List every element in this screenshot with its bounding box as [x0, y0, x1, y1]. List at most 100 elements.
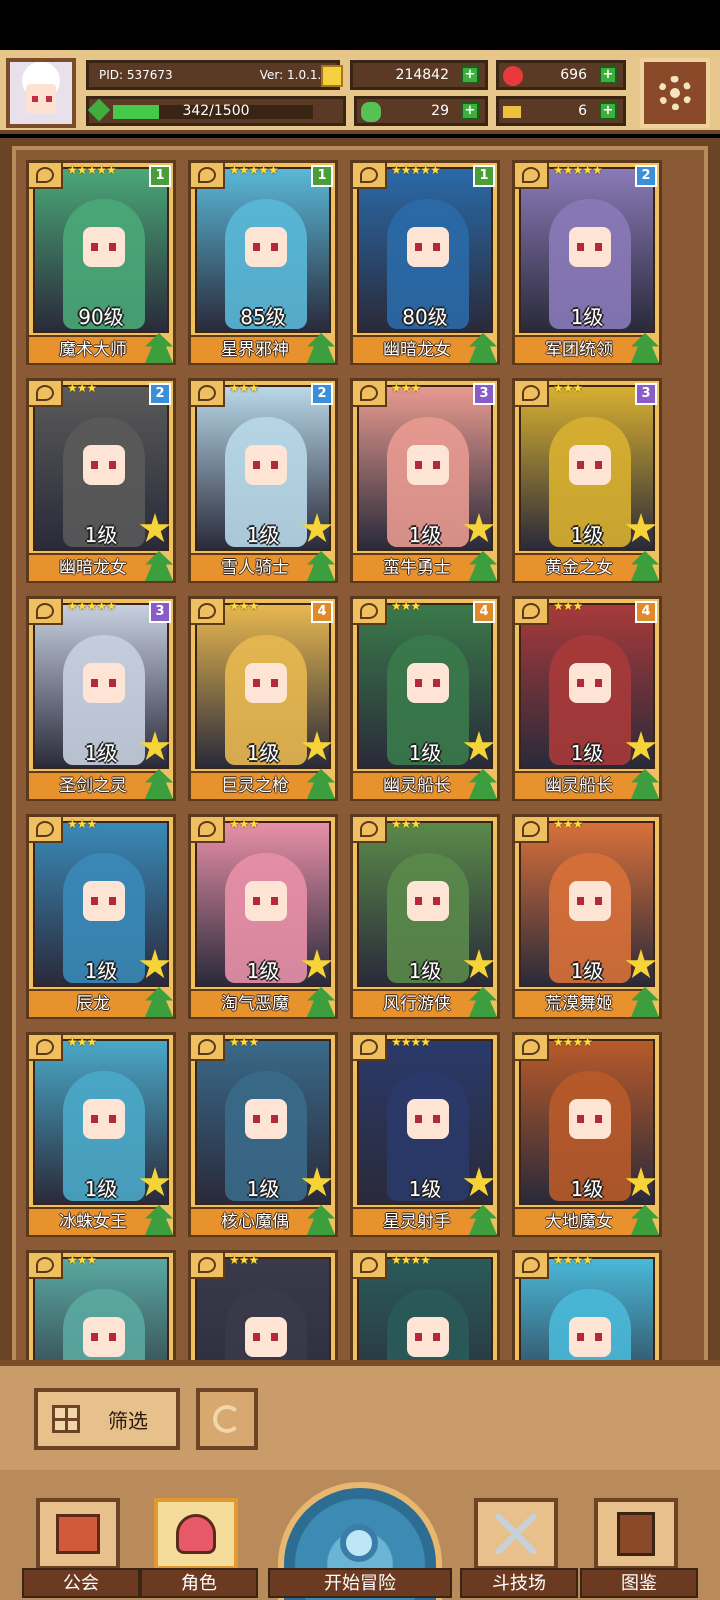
character-icon-box [154, 1498, 238, 1570]
class-icon [29, 1035, 63, 1061]
character-eye [253, 897, 260, 905]
rarity-stars: ★★★★ [391, 1253, 431, 1267]
character-card[interactable]: ★★★ 2 1级 幽暗龙女 [26, 378, 176, 583]
character-card[interactable]: ★★★★ 1级 大地魔女 [512, 1032, 662, 1237]
character-name: 风行游侠 [353, 989, 481, 1017]
character-name: 黄金之女 [515, 553, 643, 581]
character-face [569, 881, 611, 921]
character-eye [433, 679, 440, 687]
character-eye [577, 243, 584, 251]
character-face [83, 881, 125, 921]
class-icon [29, 163, 63, 189]
character-card[interactable]: ★★★ 4 1级 幽灵船长 [512, 596, 662, 801]
class-icon [515, 1035, 549, 1061]
character-face [245, 881, 287, 921]
character-eye [91, 897, 98, 905]
character-card[interactable]: ★★★★★ 2 1级 军团统领 [512, 160, 662, 365]
character-card[interactable]: ★★★ 1级 冰蛛女王 [26, 1032, 176, 1237]
settings-button[interactable] [640, 58, 710, 128]
character-card[interactable]: ★★★★★ 1 80级 幽暗龙女 [350, 160, 500, 365]
character-level: 90级 [78, 305, 124, 329]
nav-start-adventure[interactable]: 开始冒险 [268, 1470, 452, 1600]
filter-button[interactable]: 筛选 [34, 1388, 180, 1450]
tier-badge: 2 [635, 165, 657, 187]
character-face [407, 445, 449, 485]
nav-adventure-label: 开始冒险 [268, 1568, 452, 1598]
nav-codex[interactable]: 图鉴 [580, 1498, 698, 1598]
character-face [245, 1317, 287, 1357]
gem-panel: 696 + [496, 60, 626, 90]
character-face [569, 445, 611, 485]
gold-amount: 214842 [395, 67, 449, 83]
character-card[interactable]: ★★★ 1级 核心魔偶 [188, 1032, 338, 1237]
guild-icon-box [36, 1498, 120, 1570]
character-eye [595, 461, 602, 469]
character-card[interactable]: ★★★ 2 1级 雪人骑士 [188, 378, 338, 583]
nav-arena[interactable]: 斗技场 [460, 1498, 578, 1598]
character-name: 幽灵船长 [353, 771, 481, 799]
character-face-icon [176, 1514, 216, 1554]
class-icon [191, 1253, 225, 1279]
tier-badge: 3 [149, 601, 171, 623]
add-gold-button[interactable]: + [461, 66, 479, 84]
character-name: 蛮牛勇士 [353, 553, 481, 581]
character-eye [577, 1333, 584, 1341]
character-name: 核心魔偶 [191, 1207, 319, 1235]
crossed-swords-icon [496, 1514, 536, 1554]
class-icon [353, 1253, 387, 1279]
class-icon [353, 599, 387, 625]
add-clover-button[interactable]: + [461, 102, 479, 120]
player-info-panel: PID: 537673 Ver: 1.0.1.2 [86, 60, 340, 90]
rarity-stars: ★★★★★ [391, 163, 441, 177]
gold-panel: 214842 + [321, 60, 488, 90]
character-eye [109, 1333, 116, 1341]
avatar-eye [46, 96, 52, 102]
class-icon [29, 1253, 63, 1279]
character-eye [271, 461, 278, 469]
character-card[interactable]: ★★★ 1级 风行游侠 [350, 814, 500, 1019]
character-card[interactable]: ★★★ 1级 淘气恶魔 [188, 814, 338, 1019]
character-card[interactable]: ★★★ 3 1级 黄金之女 [512, 378, 662, 583]
tier-badge: 2 [149, 383, 171, 405]
nav-arena-label: 斗技场 [460, 1568, 578, 1598]
character-grid[interactable]: ★★★★★ 1 90级 魔术大师 ★★★★★ 1 85级 星界邪神 ★★★★★ 1 80级 幽暗龙女 ★… [12, 146, 708, 1455]
character-eye [271, 679, 278, 687]
nav-guild[interactable]: 公会 [22, 1498, 140, 1598]
nav-character[interactable]: 角色 [140, 1498, 258, 1598]
character-card[interactable]: ★★★ 1级 荒漠舞姬 [512, 814, 662, 1019]
character-card[interactable]: ★★★★★ 1 90级 魔术大师 [26, 160, 176, 365]
character-name: 圣剑之灵 [29, 771, 157, 799]
add-key-button[interactable]: + [599, 102, 617, 120]
character-face [569, 663, 611, 703]
class-icon [191, 599, 225, 625]
character-card[interactable]: ★★★ 1级 辰龙 [26, 814, 176, 1019]
character-card[interactable]: ★★★★★ 3 1级 圣剑之灵 [26, 596, 176, 801]
class-icon [353, 817, 387, 843]
character-eye [253, 1333, 260, 1341]
character-eye [433, 461, 440, 469]
class-icon [353, 163, 387, 189]
guild-building-icon [56, 1514, 100, 1554]
gem-amount: 696 [560, 67, 587, 83]
sort-refresh-button[interactable] [196, 1388, 258, 1450]
character-card[interactable]: ★★★★★ 1 85级 星界邪神 [188, 160, 338, 365]
character-eye [577, 1115, 584, 1123]
player-avatar[interactable] [6, 58, 76, 128]
class-icon [29, 599, 63, 625]
character-card[interactable]: ★★★★ 1级 星灵射手 [350, 1032, 500, 1237]
tier-badge: 3 [473, 383, 495, 405]
character-card[interactable]: ★★★ 4 1级 巨灵之枪 [188, 596, 338, 801]
class-icon [515, 817, 549, 843]
refresh-icon [213, 1405, 241, 1433]
character-card[interactable]: ★★★ 3 1级 蛮牛勇士 [350, 378, 500, 583]
class-icon [191, 1035, 225, 1061]
character-card[interactable]: ★★★ 4 1级 幽灵船长 [350, 596, 500, 801]
character-eye [433, 1333, 440, 1341]
rarity-stars: ★★★ [229, 1035, 259, 1049]
character-eye [577, 679, 584, 687]
character-eye [415, 243, 422, 251]
rarity-stars: ★★★ [553, 599, 583, 613]
add-gem-button[interactable]: + [599, 66, 617, 84]
character-face [569, 1317, 611, 1357]
nav-character-label: 角色 [140, 1568, 258, 1598]
